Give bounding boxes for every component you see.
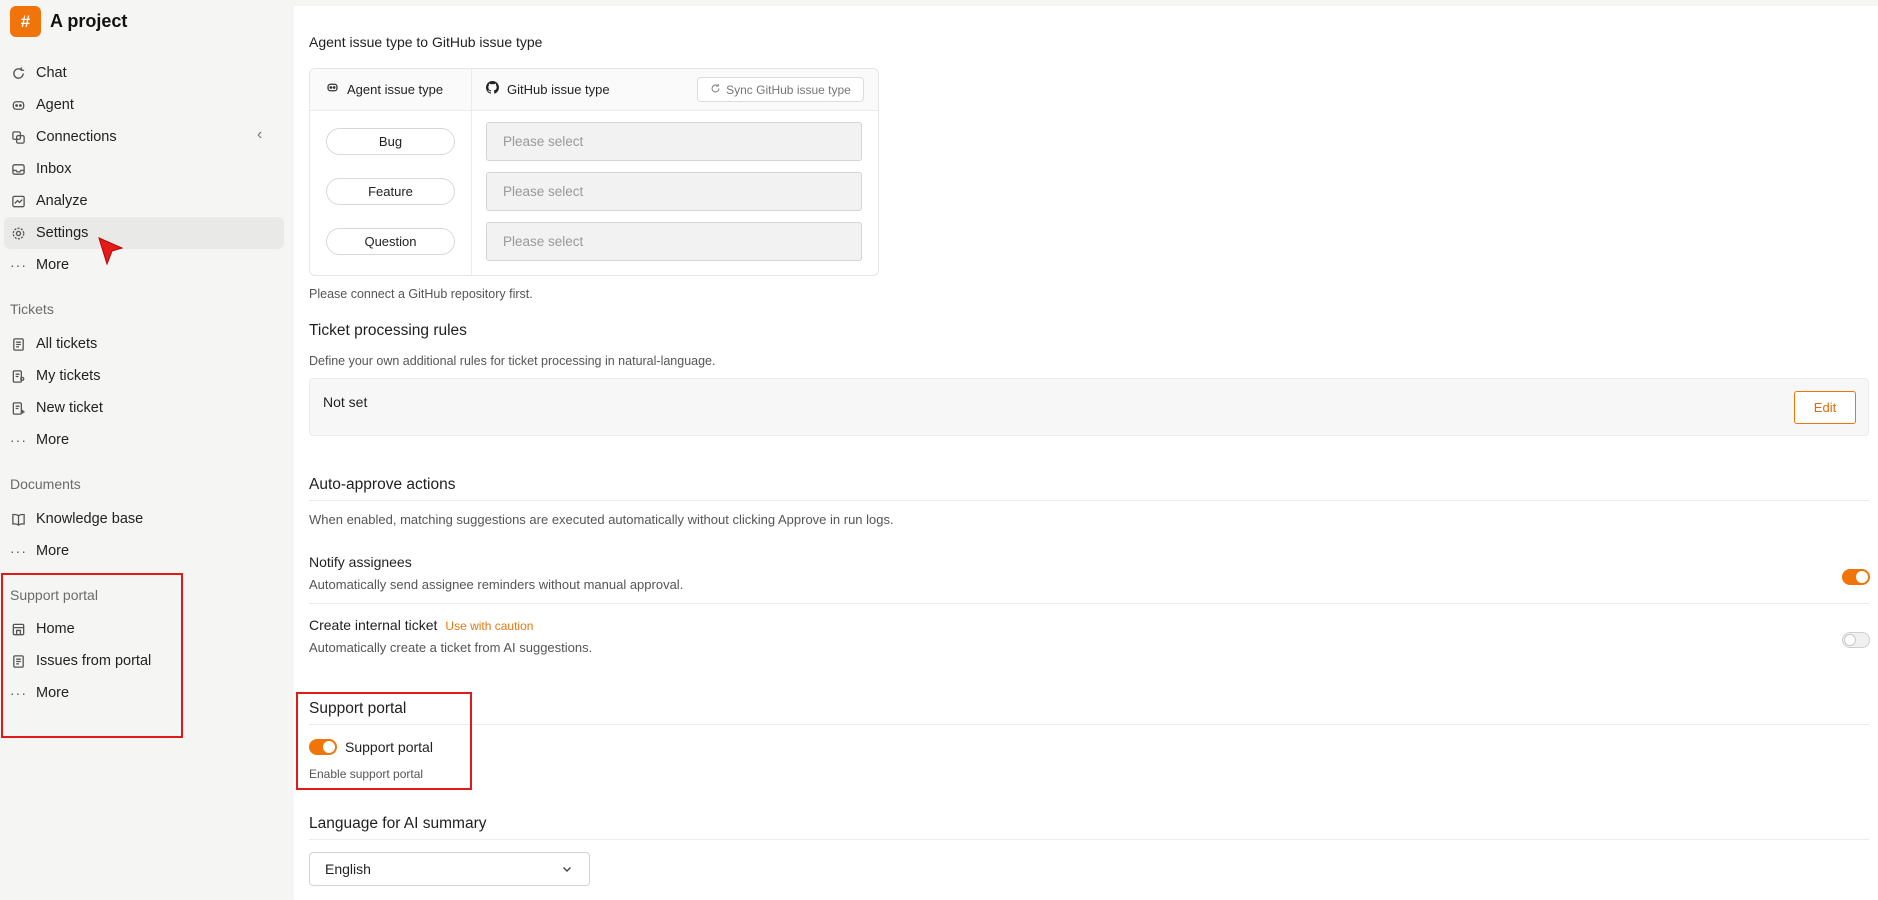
col-agent-issue-type: Agent issue type	[326, 81, 443, 97]
mouse-cursor-icon	[98, 237, 124, 266]
sidebar-item-label: More	[36, 543, 70, 559]
sidebar-item-label: My tickets	[36, 368, 101, 384]
highlight-box-sidebar	[1, 573, 183, 738]
sidebar-item-more[interactable]: ··· More	[4, 249, 284, 281]
brand[interactable]: # A project	[10, 6, 127, 37]
chevron-down-icon	[561, 862, 573, 878]
create-internal-ticket-toggle[interactable]	[1842, 632, 1870, 648]
highlight-box-support-portal	[296, 692, 472, 790]
processing-rules-box: Not set Edit	[309, 378, 1869, 436]
sidebar-item-label: Analyze	[36, 193, 88, 209]
col-github-issue-type: GitHub issue type	[486, 81, 610, 97]
sync-label: Sync GitHub issue type	[726, 82, 851, 97]
notify-assignees-label: Notify assignees	[309, 554, 412, 570]
notify-assignees-description: Automatically send assignee reminders wi…	[309, 577, 684, 592]
github-type-select-question[interactable]: Please select	[486, 222, 862, 261]
sidebar-item-label: More	[36, 257, 70, 273]
issue-type-pill-question: Question	[326, 228, 455, 255]
toggle-knob	[1844, 634, 1856, 646]
issue-mapping-title: Agent issue type to GitHub issue type	[309, 34, 543, 50]
analyze-icon	[10, 193, 26, 209]
edit-rules-button[interactable]: Edit	[1794, 391, 1856, 424]
documents-section-title: Documents	[10, 476, 81, 492]
sidebar-item-analyze[interactable]: Analyze	[4, 185, 284, 217]
connections-icon	[10, 129, 26, 145]
auto-approve-description: When enabled, matching suggestions are e…	[309, 512, 894, 527]
divider	[309, 839, 1869, 840]
language-select[interactable]: English	[309, 852, 590, 886]
sidebar-item-inbox[interactable]: Inbox	[4, 153, 284, 185]
sidebar-item-tickets-more[interactable]: ··· More	[4, 424, 284, 456]
sidebar-item-label: More	[36, 432, 70, 448]
sidebar-item-label: Agent	[36, 97, 74, 113]
sidebar-item-label: Settings	[36, 225, 89, 241]
sidebar-item-documents-more[interactable]: ··· More	[4, 535, 284, 567]
issue-type-pill-feature: Feature	[326, 178, 455, 205]
sync-icon	[710, 83, 721, 97]
sidebar-item-knowledge-base[interactable]: Knowledge base	[4, 503, 284, 535]
sidebar-item-label: Inbox	[36, 161, 72, 177]
collapse-chevron-icon[interactable]: ‹	[257, 126, 262, 144]
sidebar-item-connections[interactable]: Connections	[4, 121, 284, 153]
processing-rules-value: Not set	[323, 394, 368, 410]
column-divider	[471, 69, 472, 275]
settings-panel: Agent issue type to GitHub issue type Ag…	[294, 6, 1878, 900]
ticket-list-icon	[10, 336, 26, 352]
github-icon	[486, 81, 499, 97]
issue-mapping-table: Agent issue type GitHub issue type Sync …	[309, 68, 879, 276]
my-tickets-icon	[10, 368, 26, 384]
sidebar-item-all-tickets[interactable]: All tickets	[4, 328, 284, 360]
sidebar-item-label: Connections	[36, 129, 117, 145]
issue-type-pill-bug: Bug	[326, 128, 455, 155]
book-icon	[10, 511, 26, 527]
sync-github-issue-type-button[interactable]: Sync GitHub issue type	[697, 77, 864, 102]
sidebar-item-label: Chat	[36, 65, 67, 81]
create-internal-ticket-label: Create internal ticket	[309, 617, 438, 633]
gear-icon	[10, 225, 26, 241]
project-logo-icon: #	[10, 6, 41, 37]
divider	[309, 500, 1869, 501]
sidebar-item-label: New ticket	[36, 400, 103, 416]
create-internal-ticket-description: Automatically create a ticket from AI su…	[309, 640, 593, 655]
sidebar-item-chat[interactable]: Chat	[4, 57, 284, 89]
divider	[309, 603, 1869, 604]
auto-approve-title: Auto-approve actions	[309, 476, 456, 493]
sidebar: # A project Chat Agent Connections ‹ Inb…	[0, 0, 293, 900]
sidebar-item-label: Knowledge base	[36, 511, 144, 527]
processing-rules-title: Ticket processing rules	[309, 322, 467, 339]
sidebar-item-my-tickets[interactable]: My tickets	[4, 360, 284, 392]
processing-rules-description: Define your own additional rules for tic…	[309, 354, 716, 368]
new-ticket-icon	[10, 400, 26, 416]
chat-icon	[10, 65, 26, 81]
agent-icon	[326, 81, 339, 97]
notify-assignees-toggle[interactable]	[1842, 569, 1870, 585]
tickets-section-title: Tickets	[10, 301, 54, 317]
toggle-knob	[1856, 571, 1868, 583]
sidebar-item-label: All tickets	[36, 336, 98, 352]
more-icon: ···	[10, 432, 27, 448]
more-icon: ···	[10, 257, 27, 273]
more-icon: ···	[10, 543, 27, 559]
col-agent-label: Agent issue type	[347, 81, 444, 97]
agent-icon	[10, 97, 26, 113]
col-github-label: GitHub issue type	[507, 81, 610, 97]
language-selected-value: English	[325, 861, 371, 877]
sidebar-item-settings[interactable]: Settings	[4, 217, 284, 249]
caution-badge: Use with caution	[445, 619, 534, 633]
create-internal-ticket-row: Create internal ticket Use with caution	[309, 617, 533, 633]
github-type-select-feature[interactable]: Please select	[486, 172, 862, 211]
sidebar-item-new-ticket[interactable]: New ticket	[4, 392, 284, 424]
divider	[309, 724, 1869, 725]
inbox-icon	[10, 161, 26, 177]
sidebar-item-agent[interactable]: Agent	[4, 89, 284, 121]
github-connect-note: Please connect a GitHub repository first…	[309, 287, 533, 301]
github-type-select-bug[interactable]: Please select	[486, 122, 862, 161]
language-title: Language for AI summary	[309, 815, 487, 832]
project-name: A project	[50, 11, 128, 31]
